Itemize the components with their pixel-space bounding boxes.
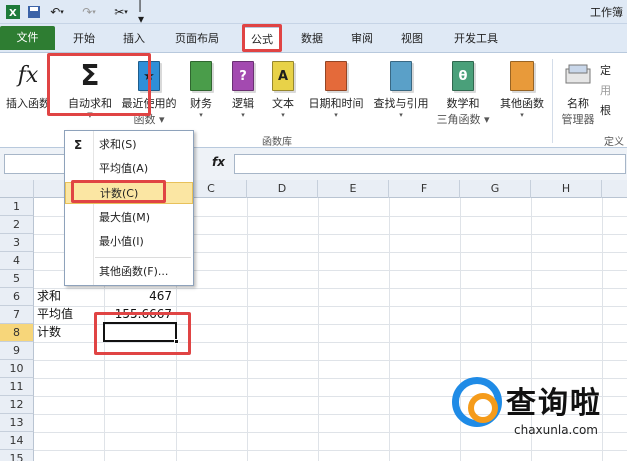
group-label-function-library: 函数库 [262,137,292,148]
row-header-8[interactable]: 8 [0,324,34,342]
recent-functions-button[interactable]: ★ 最近使用的 函数 ▾ [118,57,180,133]
watermark-logo-icon [452,377,502,427]
book-star-icon: ★ [138,61,160,91]
cell-a7[interactable]: 平均值 [37,306,73,322]
book-clock-icon [325,61,347,91]
group-label-defined: 定义 [604,137,624,148]
more-functions-button[interactable]: 其他函数 ▾ [494,57,550,133]
column-header-g[interactable]: G [460,180,531,198]
book-question-icon: ? [232,61,254,91]
chevron-down-icon: ▼ [87,111,93,119]
customize-qa-icon[interactable]: |▾ [138,0,148,26]
save-icon[interactable] [26,3,42,20]
tab-data[interactable]: 数据 [292,27,332,51]
sigma-icon: Σ [80,59,100,92]
tab-page-layout[interactable]: 页面布局 [164,27,230,51]
fill-handle[interactable] [174,339,179,344]
row-header-12[interactable]: 12 [0,396,34,414]
active-cell-b8[interactable] [103,322,179,344]
menu-item-average[interactable]: 平均值(A) [65,158,193,180]
row-header-3[interactable]: 3 [0,234,34,252]
fx-icon: fx [17,63,39,88]
row-header-5[interactable]: 5 [0,270,34,288]
menu-item-min[interactable]: 最小值(I) [65,231,193,253]
book-theta-icon: θ [452,61,474,91]
watermark-brand: 查询啦 [506,386,602,421]
books-stack-icon [510,61,534,91]
watermark-domain: chaxunla.com [514,423,598,437]
define-name-stack[interactable]: 定 用 根 [600,61,611,121]
row-header-4[interactable]: 4 [0,252,34,270]
row-header-9[interactable]: 9 [0,342,34,360]
cell-b6[interactable]: 467 [104,288,172,304]
row-header-7[interactable]: 7 [0,306,34,324]
menu-item-max[interactable]: 最大值(M) [65,207,193,229]
tab-file[interactable]: 文件 [0,26,55,50]
row-header-15[interactable]: 15 [0,450,34,461]
math-trig-button[interactable]: θ 数学和 三角函数 ▾ [434,57,492,133]
ribbon-tabs: 文件 开始 插入 页面布局 公式 数据 审阅 视图 开发工具 [0,24,627,52]
lookup-button[interactable]: 查找与引用 ▾ [370,57,432,133]
datetime-button[interactable]: 日期和时间 ▾ [304,57,368,133]
cell-a8[interactable]: 计数 [37,324,61,340]
menu-item-more-functions[interactable]: 其他函数(F)... [65,261,193,283]
cell-b7[interactable]: 155.6667 [104,306,172,322]
name-manager-icon [564,61,592,91]
window-title: 工作簿 [590,6,623,19]
row-header-11[interactable]: 11 [0,378,34,396]
title-bar: X ↶ ▾ ↷ ▾ ✂ ▾ |▾ 工作簿 [0,0,627,26]
row-header-2[interactable]: 2 [0,216,34,234]
autosum-button[interactable]: Σ 自动求和 ▼ [64,57,116,133]
tools-icon[interactable]: ✂ ▾ [110,3,132,20]
tab-insert[interactable]: 插入 [114,27,154,51]
text-button[interactable]: A 文本 ▾ [264,57,302,133]
book-finance-icon [190,61,212,91]
select-all-corner[interactable] [0,180,34,198]
book-magnifier-icon [390,61,412,91]
insert-function-fx-icon[interactable]: fx [212,155,225,169]
tab-formulas[interactable]: 公式 [242,27,282,51]
row-header-10[interactable]: 10 [0,360,34,378]
row-header-13[interactable]: 13 [0,414,34,432]
svg-text:X: X [9,8,17,19]
row-header-1[interactable]: 1 [0,198,34,216]
redo-icon[interactable]: ↷ ▾ [78,3,100,20]
group-separator [552,59,553,143]
sigma-icon: Σ [74,138,83,152]
row-header-14[interactable]: 14 [0,432,34,450]
autosum-dropdown-menu: Σ 求和(S) 平均值(A) 计数(C) 最大值(M) 最小值(I) 其他函数(… [64,130,194,286]
column-header-h[interactable]: H [531,180,602,198]
financial-button[interactable]: 财务 ▾ [182,57,220,133]
tab-home[interactable]: 开始 [64,27,104,51]
undo-icon[interactable]: ↶ ▾ [46,3,68,20]
excel-logo-icon: X [6,3,20,20]
formula-input[interactable] [234,154,626,174]
column-header-f[interactable]: F [389,180,460,198]
name-manager-button[interactable]: 名称 管理器 [556,57,600,133]
tab-view[interactable]: 视图 [392,27,432,51]
column-header-e[interactable]: E [318,180,389,198]
menu-item-count[interactable]: 计数(C) [65,182,193,204]
column-header-d[interactable]: D [247,180,318,198]
tab-review[interactable]: 审阅 [342,27,382,51]
row-header-6[interactable]: 6 [0,288,34,306]
cell-a6[interactable]: 求和 [37,288,61,304]
menu-item-sum[interactable]: Σ 求和(S) [65,134,193,156]
insert-function-button[interactable]: fx 插入函数 [2,57,54,133]
tab-developer[interactable]: 开发工具 [444,27,508,51]
book-text-icon: A [272,61,294,91]
logical-button[interactable]: ? 逻辑 ▾ [224,57,262,133]
